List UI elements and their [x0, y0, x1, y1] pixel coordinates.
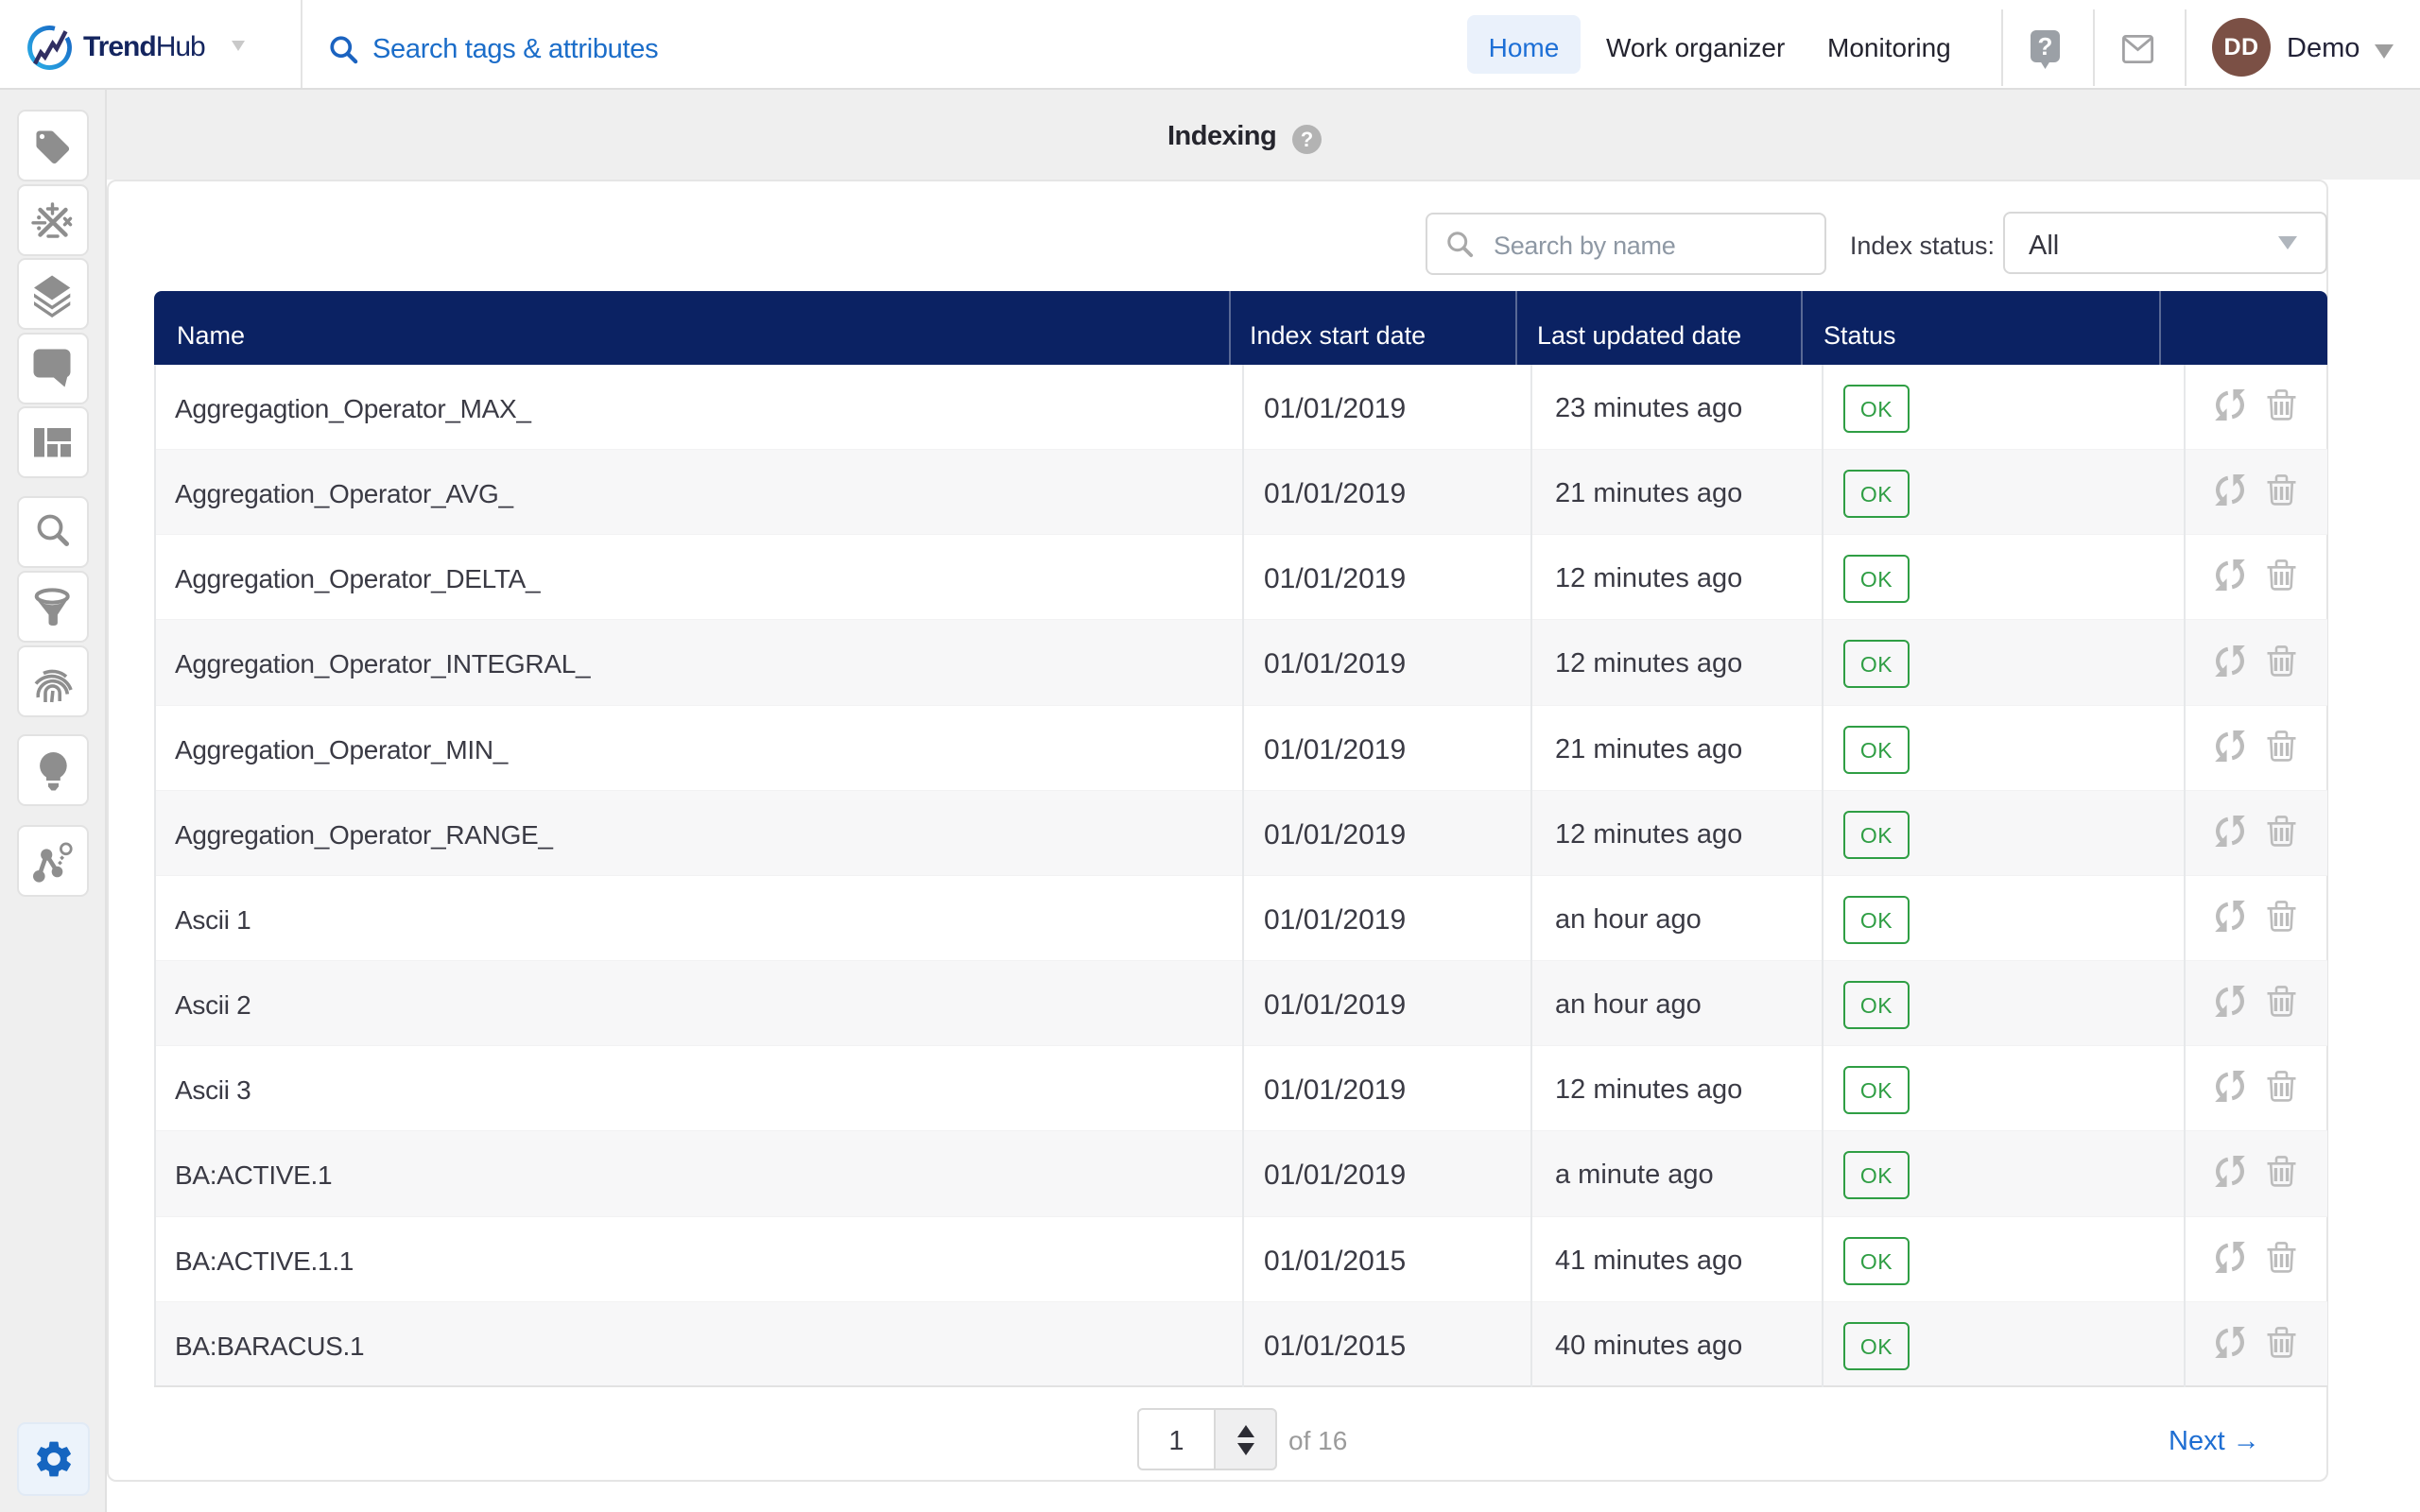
svg-text:?: ? [2038, 32, 2053, 60]
